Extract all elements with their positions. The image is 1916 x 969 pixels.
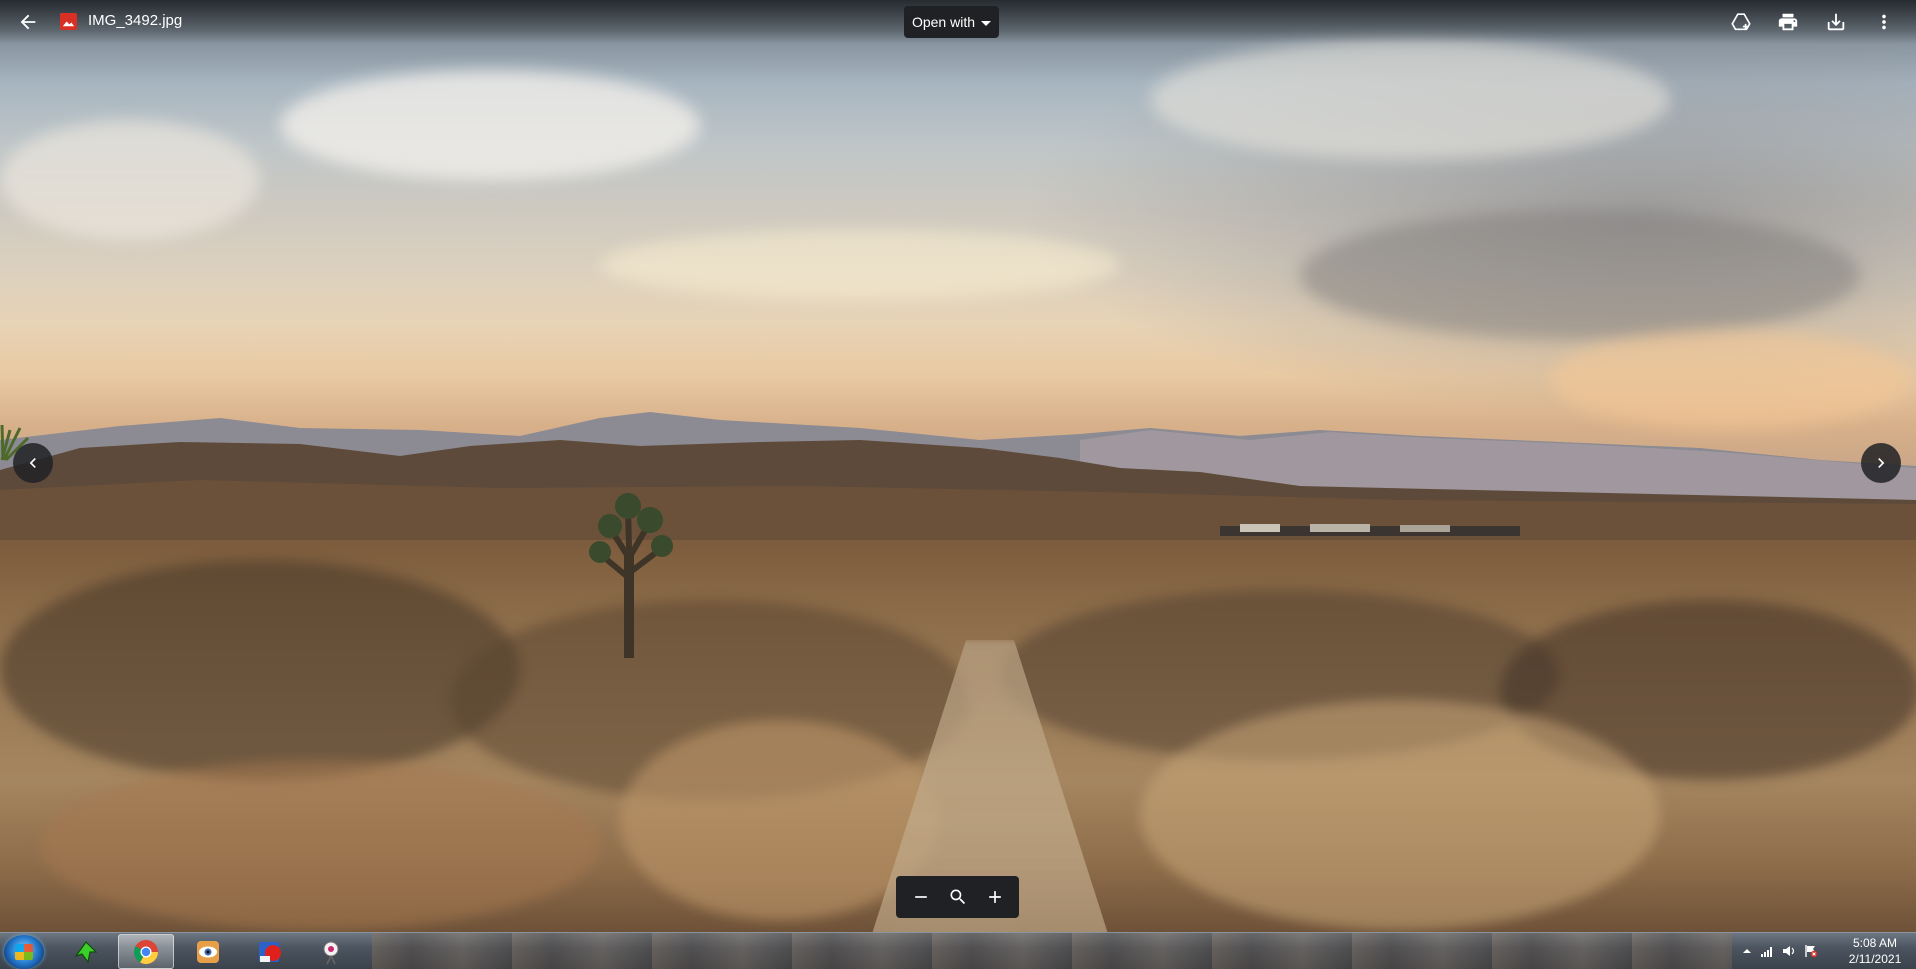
taskbar-app-paint[interactable] [242, 934, 298, 969]
add-to-drive-button[interactable] [1723, 4, 1759, 40]
windows-taskbar: 5:08 AM 2/11/2021 [0, 932, 1916, 969]
open-with-label: Open with [911, 14, 976, 30]
action-center-flag-icon[interactable] [1804, 944, 1818, 958]
image-viewer: IMG_3492.jpg Open with 5:08 AM 2/11/2021 [0, 0, 1916, 969]
more-options-button[interactable] [1866, 4, 1902, 40]
download-icon [1827, 13, 1845, 31]
paint-icon [259, 941, 281, 962]
joshua-tree [589, 493, 673, 658]
zoom-out-button[interactable] [905, 881, 937, 913]
file-name: IMG_3492.jpg [88, 12, 183, 29]
more-vert-icon [1882, 14, 1886, 30]
network-signal-icon[interactable] [1760, 944, 1774, 958]
download-button[interactable] [1818, 4, 1854, 40]
previous-file-button[interactable] [13, 443, 53, 483]
next-file-button[interactable] [1861, 443, 1901, 483]
zoom-controls [896, 876, 1019, 918]
satellite-icon [323, 941, 339, 964]
green-arrow-icon [74, 940, 98, 963]
cloud [280, 70, 700, 180]
taskbar-app-tool[interactable] [304, 934, 360, 969]
print-icon [1778, 13, 1798, 31]
cloud [1300, 210, 1860, 340]
cloud [1150, 40, 1670, 160]
clock-date[interactable]: 2/11/2021 [1835, 952, 1915, 966]
volume-icon[interactable] [1782, 944, 1796, 958]
plus-icon [988, 891, 1001, 903]
zoom-reset-button[interactable] [942, 881, 974, 913]
zoom-search-icon [950, 889, 965, 905]
taskbar-background [372, 933, 1732, 969]
zoom-in-button[interactable] [979, 881, 1011, 913]
photo-desert-landscape [0, 0, 1916, 932]
dropdown-caret-icon [981, 20, 992, 26]
back-button[interactable] [10, 4, 46, 40]
distant-buildings [1220, 524, 1520, 536]
image-file-icon [60, 13, 77, 30]
taskbar-app-green-arrow[interactable] [58, 934, 114, 969]
cloud [600, 230, 1120, 300]
mountains [0, 412, 1916, 540]
open-with-button[interactable]: Open with [904, 6, 999, 38]
show-hidden-icons-arrow[interactable] [1740, 944, 1754, 958]
taskbar-app-eye[interactable] [180, 934, 236, 969]
dry-grass [40, 760, 600, 930]
print-button[interactable] [1770, 4, 1806, 40]
start-button[interactable] [4, 935, 44, 969]
brush [0, 560, 520, 780]
minus-icon [914, 896, 927, 898]
taskbar-app-chrome[interactable] [118, 934, 174, 969]
clock-time[interactable]: 5:08 AM [1842, 936, 1908, 950]
chevron-right-icon [1878, 458, 1885, 468]
eye-icon [197, 940, 219, 963]
chrome-icon [133, 939, 158, 964]
dry-grass [1140, 700, 1660, 930]
arrow-back-icon [20, 14, 36, 30]
chevron-left-icon [29, 458, 36, 468]
cloud [0, 120, 260, 240]
windows-start-icon [15, 944, 33, 960]
add-to-drive-icon [1731, 13, 1751, 31]
viewer-toolbar: IMG_3492.jpg Open with [0, 0, 1916, 44]
